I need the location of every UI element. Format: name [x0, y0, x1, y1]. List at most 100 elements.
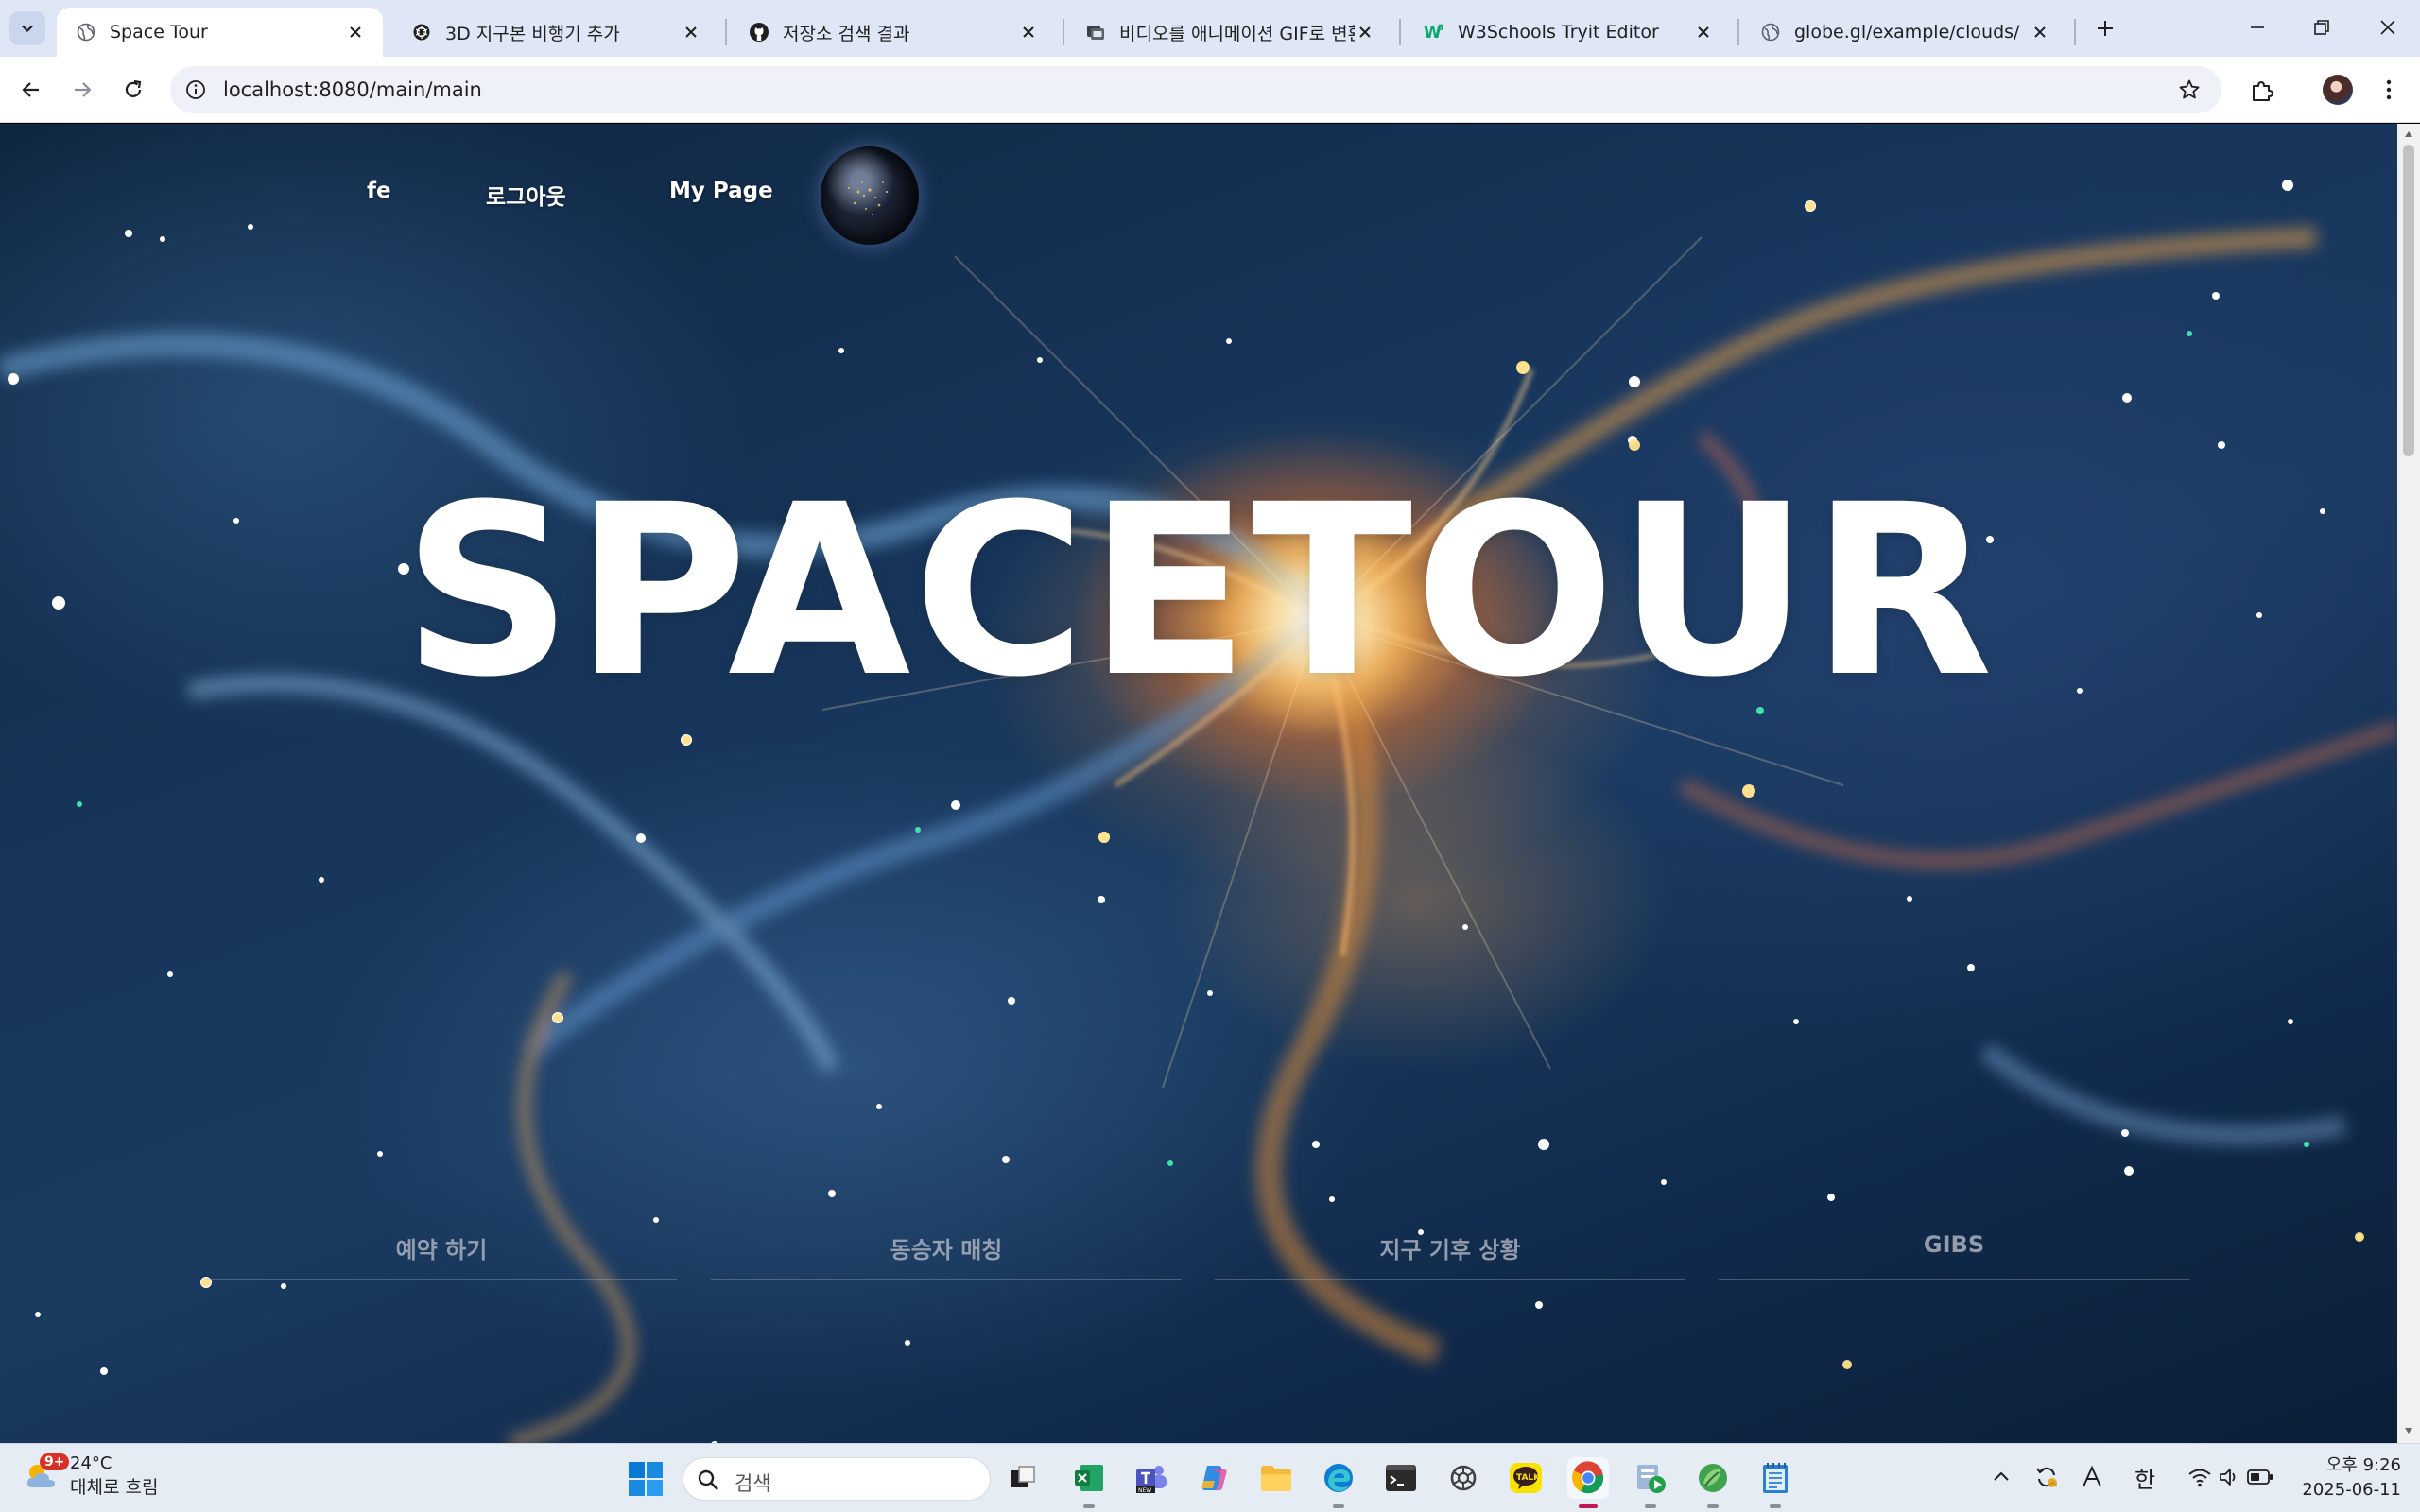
terminal-icon [1386, 1465, 1416, 1491]
plus-icon [2098, 21, 2113, 36]
profile-button[interactable] [2318, 70, 2358, 110]
arrow-right-icon [75, 82, 92, 97]
openai-icon [411, 22, 432, 43]
weather-condition: 대체로 흐림 [70, 1477, 159, 1498]
task-view-button[interactable] [1002, 1457, 1044, 1499]
font-a-icon [2083, 1465, 2101, 1487]
nav-user-link[interactable]: fe [367, 179, 391, 203]
tray-ime[interactable]: 한 [2129, 1461, 2161, 1493]
menu-earth-climate[interactable]: 지구 기후 상황 [1215, 1231, 1685, 1280]
chrome-icon [1572, 1461, 1604, 1494]
copilot-icon [1201, 1466, 1227, 1491]
weather-temperature: 24°C [70, 1453, 112, 1473]
tab-globe-gl[interactable]: globe.gl/example/clouds/ [1741, 8, 2067, 57]
task-view-icon [1011, 1466, 1035, 1487]
tab-w3schools[interactable]: W3 W3Schools Tryit Editor [1405, 8, 1731, 57]
restore-button[interactable] [2293, 8, 2350, 47]
scroll-up-icon[interactable] [2404, 129, 2413, 139]
taskbar-copilot[interactable] [1193, 1457, 1235, 1499]
tray-sync[interactable] [2031, 1461, 2063, 1493]
taskbar-search[interactable]: 검색 [683, 1457, 991, 1501]
reload-button[interactable] [113, 70, 153, 110]
tab-3d-globe[interactable]: 3D 지구본 비행기 추가 [392, 8, 718, 57]
search-placeholder: 검색 [735, 1472, 771, 1495]
battery-icon [2247, 1469, 2273, 1485]
close-icon[interactable] [681, 22, 701, 43]
tab-search-button[interactable] [9, 11, 45, 45]
tab-separator [1063, 19, 1064, 45]
browser-toolbar: localhost:8080/main/main [0, 57, 2420, 123]
close-icon[interactable] [1018, 22, 1039, 43]
taskbar-app-green[interactable] [1692, 1457, 1734, 1508]
arrow-left-icon [22, 82, 39, 97]
taskbar-chrome[interactable] [1567, 1457, 1609, 1508]
new-tab-button[interactable] [2087, 11, 2123, 45]
sync-icon [2036, 1467, 2057, 1487]
site-info-icon[interactable] [183, 77, 208, 102]
close-icon[interactable] [345, 22, 366, 43]
scroll-down-icon[interactable] [2404, 1426, 2413, 1435]
minimize-button[interactable] [2229, 8, 2286, 47]
taskbar-excel[interactable] [1068, 1457, 1110, 1508]
taskbar-notepad[interactable] [1754, 1457, 1796, 1508]
close-icon[interactable] [2030, 22, 2050, 43]
svg-text:NEW: NEW [1138, 1487, 1151, 1494]
taskbar-chatgpt[interactable] [1443, 1457, 1484, 1499]
tray-font[interactable] [2076, 1461, 2108, 1493]
menu-gibs[interactable]: GIBS [1719, 1231, 2189, 1280]
tab-title: globe.gl/example/clouds/ [1794, 22, 2020, 43]
clock-time: 오후 9:26 [2325, 1455, 2401, 1475]
taskbar-terminal[interactable] [1380, 1457, 1422, 1499]
tray-battery[interactable] [2244, 1461, 2276, 1493]
excel-icon [1075, 1465, 1103, 1491]
forward-button[interactable] [62, 70, 102, 110]
kakaotalk-icon: TALK [1510, 1463, 1542, 1493]
page-viewport: fe 로그아웃 My Page SPACETOUR 예약 하기 동승자 매칭 지… [0, 124, 2397, 1443]
url-text[interactable]: localhost:8080/main/main [223, 78, 482, 101]
close-icon[interactable] [1355, 22, 1375, 43]
back-button[interactable] [11, 70, 51, 110]
restore-icon [2314, 20, 2329, 35]
globe-icon [1760, 22, 1781, 43]
menu-button[interactable] [2369, 70, 2409, 110]
weather-widget[interactable]: 9+ 24°C 대체로 흐림 [23, 1453, 158, 1499]
running-indicator [1083, 1504, 1095, 1508]
tab-title: 저장소 검색 결과 [783, 23, 910, 44]
close-icon[interactable] [1693, 22, 1714, 43]
taskbar-clock[interactable]: 오후 9:26 2025-06-11 [2297, 1453, 2401, 1503]
tray-volume[interactable] [2214, 1461, 2246, 1493]
tab-strip: Space Tour 3D 지구본 비행기 추가 저장소 검색 결과 비디오를 … [0, 0, 2420, 57]
taskbar-file-explorer[interactable] [1255, 1457, 1297, 1499]
running-indicator [1770, 1504, 1781, 1508]
taskbar-edge[interactable] [1318, 1457, 1359, 1508]
tab-gif-converter[interactable]: 비디오를 애니메이션 GIF로 변환 [1066, 8, 1392, 57]
scrollbar-thumb[interactable] [2403, 145, 2414, 456]
page-scrollbar[interactable] [2397, 124, 2420, 1443]
bookmark-star-icon[interactable] [2176, 77, 2203, 103]
tab-title: Space Tour [110, 22, 208, 43]
extensions-button[interactable] [2242, 70, 2282, 110]
menu-reservation[interactable]: 예약 하기 [206, 1231, 677, 1280]
tab-space-tour[interactable]: Space Tour [57, 8, 383, 57]
nav-logout-link[interactable]: 로그아웃 [486, 179, 566, 211]
tab-github-search[interactable]: 저장소 검색 결과 [730, 8, 1056, 57]
notepad-icon [1763, 1463, 1788, 1493]
taskbar-media-player[interactable] [1630, 1457, 1671, 1508]
nav-mypage-link[interactable]: My Page [669, 179, 773, 203]
tab-separator [725, 19, 727, 45]
address-bar[interactable]: localhost:8080/main/main [170, 66, 2221, 113]
speaker-icon [2220, 1469, 2236, 1486]
earth-globe-icon[interactable] [821, 146, 919, 245]
menu-companion-matching[interactable]: 동승자 매칭 [711, 1231, 1182, 1280]
start-button[interactable] [628, 1461, 664, 1497]
chevron-up-icon [1994, 1471, 2009, 1481]
close-window-button[interactable] [2360, 8, 2416, 47]
minimize-icon [2251, 26, 2264, 28]
github-icon [749, 22, 769, 43]
tray-wifi[interactable] [2184, 1461, 2216, 1493]
taskbar-kakaotalk[interactable]: TALK [1505, 1457, 1547, 1499]
windows-logo-icon [629, 1462, 663, 1496]
teams-icon: NEW [1136, 1466, 1167, 1494]
tray-overflow-button[interactable] [1985, 1461, 2017, 1493]
taskbar-teams[interactable]: NEW [1131, 1457, 1172, 1499]
